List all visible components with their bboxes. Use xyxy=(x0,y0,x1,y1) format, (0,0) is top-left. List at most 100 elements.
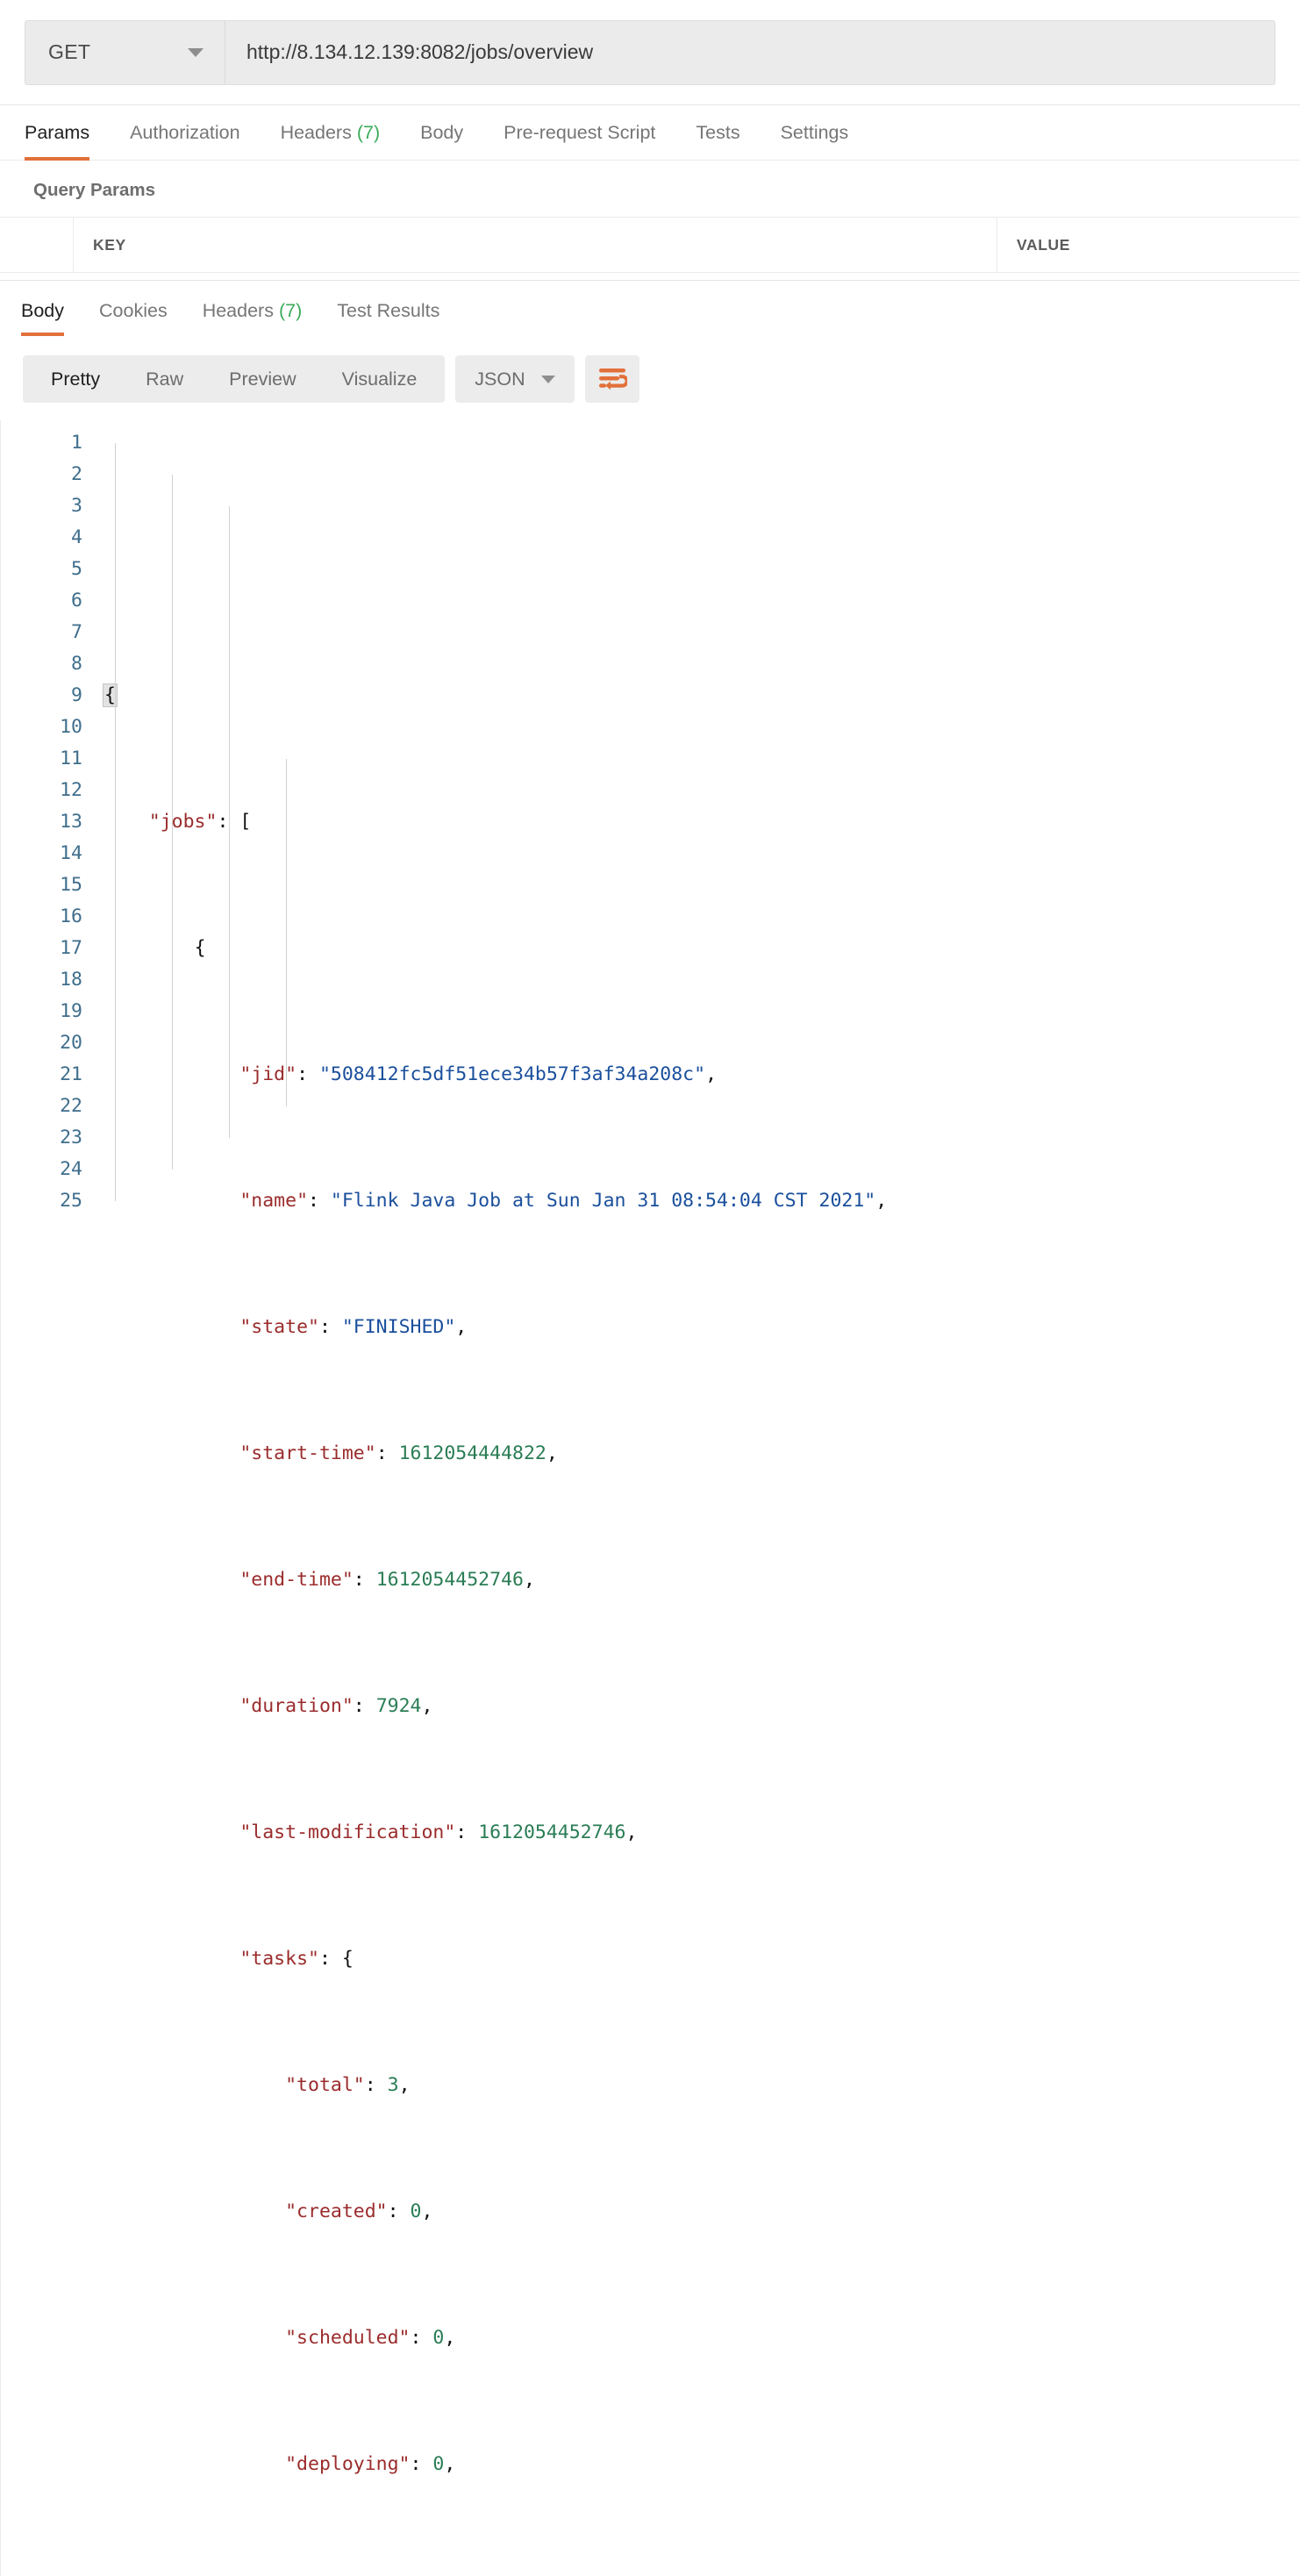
http-method-dropdown[interactable]: GET xyxy=(25,20,225,84)
code-line: "state": "FINISHED", xyxy=(104,1312,1300,1343)
tab-authorization[interactable]: Authorization xyxy=(130,122,240,160)
code-line: "duration": 7924, xyxy=(104,1691,1300,1722)
tab-pre-request-script-label: Pre-request Script xyxy=(504,122,656,143)
response-tab-headers-count: (7) xyxy=(278,300,303,321)
json-comma: , xyxy=(875,1190,888,1212)
response-tab-test-results-label: Test Results xyxy=(337,300,440,321)
tab-params-label: Params xyxy=(25,122,90,143)
tab-body[interactable]: Body xyxy=(420,122,463,160)
param-key-column: KEY xyxy=(74,218,997,272)
view-mode-pretty[interactable]: Pretty xyxy=(28,355,123,403)
line-number: 13 xyxy=(60,811,82,833)
response-tab-headers[interactable]: Headers (7) xyxy=(203,300,303,336)
json-colon: : xyxy=(308,1190,331,1212)
response-format-label: JSON xyxy=(475,368,525,390)
json-open-brace: { xyxy=(194,937,206,959)
wrap-lines-button[interactable] xyxy=(584,355,639,403)
tab-params[interactable]: Params xyxy=(25,122,90,161)
json-key-last-modification: "last-modification" xyxy=(239,1821,456,1843)
chevron-down-icon xyxy=(540,375,555,383)
json-comma: , xyxy=(421,2200,433,2222)
line-number: 23 xyxy=(60,1127,82,1148)
param-value-header-label: VALUE xyxy=(1017,235,1071,254)
response-tab-body[interactable]: Body xyxy=(21,300,65,336)
response-tab-cookies-label: Cookies xyxy=(99,300,168,321)
code-line: "deploying": 0, xyxy=(104,2449,1300,2480)
tab-body-label: Body xyxy=(420,122,464,143)
json-comma: , xyxy=(523,1569,535,1591)
tab-settings[interactable]: Settings xyxy=(781,122,849,160)
json-open-brace: { xyxy=(341,1948,354,1970)
response-tab-cookies[interactable]: Cookies xyxy=(99,300,168,336)
view-mode-raw[interactable]: Raw xyxy=(123,355,206,403)
json-value-jid: "508412fc5df51ece34b57f3af34a208c" xyxy=(318,1063,706,1085)
line-number: 11 xyxy=(60,748,82,769)
line-number: 5 xyxy=(71,558,82,580)
line-number-gutter: 1 2 3 4 5 6 7 8 9 10 11 12 13 14 15 16 1… xyxy=(0,427,104,2576)
param-value-column: VALUE xyxy=(997,218,1300,272)
tab-tests-label: Tests xyxy=(696,122,740,143)
code-line: "running": 0, xyxy=(104,2575,1300,2576)
view-mode-visualize[interactable]: Visualize xyxy=(319,355,440,403)
json-key-jobs: "jobs" xyxy=(148,811,218,833)
request-url-bar: GET http://8.134.12.139:8082/jobs/overvi… xyxy=(0,0,1300,105)
json-value-end-time: 1612054452746 xyxy=(375,1569,524,1591)
json-colon: : xyxy=(318,1316,342,1338)
line-number: 1 xyxy=(71,432,82,454)
line-number: 10 xyxy=(60,716,82,738)
response-tab-bar: Body Cookies Headers (7) Test Results xyxy=(0,281,1300,336)
json-comma: , xyxy=(455,1316,468,1338)
response-tab-test-results[interactable]: Test Results xyxy=(337,300,439,336)
json-colon: : xyxy=(353,1695,376,1717)
line-number: 25 xyxy=(60,1190,82,1212)
code-line: "jobs": [ xyxy=(104,806,1300,838)
json-value-deploying: 0 xyxy=(432,2453,445,2475)
line-number: 19 xyxy=(60,1000,82,1022)
line-number: 18 xyxy=(60,969,82,991)
json-colon: : xyxy=(455,1821,479,1843)
line-number: 12 xyxy=(60,779,82,801)
indent-guide xyxy=(286,759,287,1106)
json-comma: , xyxy=(546,1442,558,1464)
chevron-down-icon xyxy=(188,47,204,57)
line-number: 21 xyxy=(60,1063,82,1085)
query-params-table-header: KEY VALUE xyxy=(0,217,1300,273)
json-comma: , xyxy=(444,2453,456,2475)
response-format-dropdown[interactable]: JSON xyxy=(455,355,575,403)
indent-guide xyxy=(229,506,230,1138)
param-key-header-label: KEY xyxy=(93,235,126,254)
param-select-column xyxy=(0,218,74,272)
code-line: "scheduled": 0, xyxy=(104,2322,1300,2354)
response-view-toolbar: Pretty Raw Preview Visualize JSON xyxy=(0,336,1300,420)
json-key-total: "total" xyxy=(285,2074,365,2096)
json-colon: : xyxy=(387,2200,411,2222)
tab-settings-label: Settings xyxy=(780,122,849,143)
response-tab-body-label: Body xyxy=(21,300,65,321)
code-line: "jid": "508412fc5df51ece34b57f3af34a208c… xyxy=(104,1059,1300,1091)
line-number: 16 xyxy=(60,905,82,927)
line-number: 9 xyxy=(71,684,82,706)
json-key-deploying: "deploying" xyxy=(285,2453,411,2475)
code-line: "start-time": 1612054444822, xyxy=(104,1438,1300,1470)
json-colon: : xyxy=(375,1442,399,1464)
response-body-viewer[interactable]: 1 2 3 4 5 6 7 8 9 10 11 12 13 14 15 16 1… xyxy=(0,420,1300,2576)
view-mode-preview[interactable]: Preview xyxy=(206,355,318,403)
indent-guide xyxy=(172,475,173,1170)
indent-guide xyxy=(115,443,116,1201)
json-colon: : xyxy=(318,1948,342,1970)
json-value-state: "FINISHED" xyxy=(341,1316,456,1338)
tab-tests[interactable]: Tests xyxy=(696,122,739,160)
code-line: "last-modification": 1612054452746, xyxy=(104,1817,1300,1849)
url-input[interactable]: http://8.134.12.139:8082/jobs/overview xyxy=(225,20,1275,84)
code-line: "name": "Flink Java Job at Sun Jan 31 08… xyxy=(104,1185,1300,1217)
json-colon: : xyxy=(364,2074,388,2096)
json-value-created: 0 xyxy=(410,2200,422,2222)
code-line: { xyxy=(104,933,1300,964)
text-wrap-icon xyxy=(598,369,627,390)
response-tab-headers-label: Headers xyxy=(202,300,274,321)
tab-headers-label: Headers xyxy=(280,122,352,143)
tab-headers[interactable]: Headers (7) xyxy=(281,122,381,160)
tab-pre-request-script[interactable]: Pre-request Script xyxy=(504,122,655,160)
json-key-state: "state" xyxy=(239,1316,319,1338)
viewer-left-border xyxy=(0,420,1,2576)
